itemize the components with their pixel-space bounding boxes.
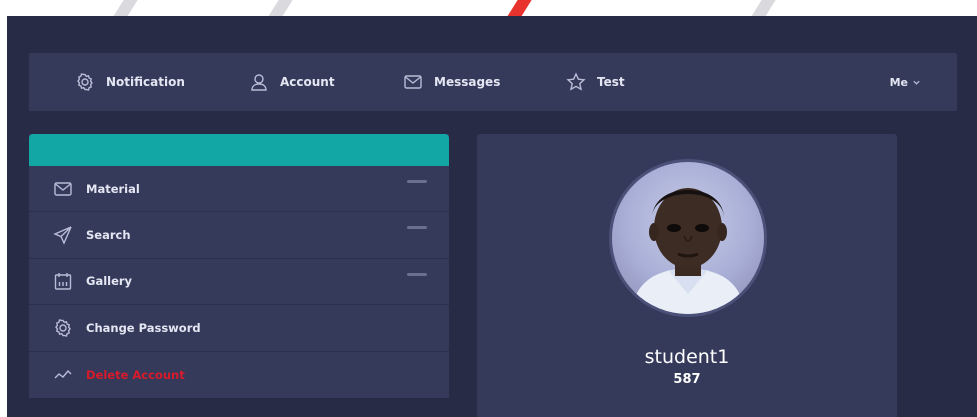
avatar-photo (612, 162, 764, 314)
envelope-icon (54, 181, 72, 196)
calendar-icon (54, 273, 72, 291)
sidebar-item-label: Search (86, 228, 131, 243)
me-dropdown[interactable]: Me (890, 53, 921, 111)
nav-item-messages[interactable]: Messages (403, 53, 500, 111)
decorative-slash (746, 0, 780, 16)
me-label: Me (889, 75, 908, 89)
nav-label: Test (597, 75, 625, 89)
nav-label: Notification (106, 75, 185, 89)
sidebar-item-gallery[interactable]: Gallery (29, 259, 449, 306)
star-icon (566, 72, 586, 91)
sidebar-item-label: Gallery (86, 274, 133, 289)
avatar (609, 159, 767, 317)
sidebar-item-search[interactable]: Search (29, 212, 449, 259)
profile-username: student1 (644, 346, 730, 368)
collapse-toggle[interactable] (407, 180, 427, 183)
sidebar-header (29, 134, 449, 166)
collapse-toggle[interactable] (407, 226, 427, 230)
decorative-slash (263, 0, 297, 16)
gear-icon (77, 73, 93, 91)
nav-item-account[interactable]: Account (249, 53, 335, 111)
sidebar-item-material[interactable]: Material (29, 166, 449, 213)
decorative-slash (108, 0, 142, 16)
sidebar-item-delete-account[interactable]: Delete Account (29, 352, 449, 398)
decorative-slash (502, 0, 536, 16)
chevron-down-icon (913, 80, 920, 85)
sidebar-item-label: Delete Account (86, 367, 185, 382)
send-icon (53, 226, 72, 245)
collapse-toggle[interactable] (407, 272, 427, 276)
sidebar-menu: Material Search Gallery Change Password … (29, 134, 449, 398)
app-window: Notification Account Messages Test Me Ma… (7, 16, 977, 417)
nav-item-test[interactable]: Test (566, 53, 625, 111)
top-navbar: Notification Account Messages Test Me (29, 53, 957, 111)
sidebar-item-label: Material (86, 181, 140, 196)
sidebar-item-change-password[interactable]: Change Password (29, 305, 449, 352)
nav-item-notification[interactable]: Notification (75, 53, 185, 111)
top-decoration-strip (0, 0, 977, 16)
chart-line-icon (54, 369, 72, 379)
nav-label: Account (280, 75, 335, 89)
nav-label: Messages (434, 75, 501, 89)
profile-card: student1 587 (477, 134, 897, 417)
sidebar-item-label: Change Password (86, 320, 201, 335)
gear-icon (55, 319, 71, 337)
user-icon (251, 74, 267, 91)
envelope-icon (404, 75, 422, 89)
profile-id: 587 (673, 372, 701, 387)
